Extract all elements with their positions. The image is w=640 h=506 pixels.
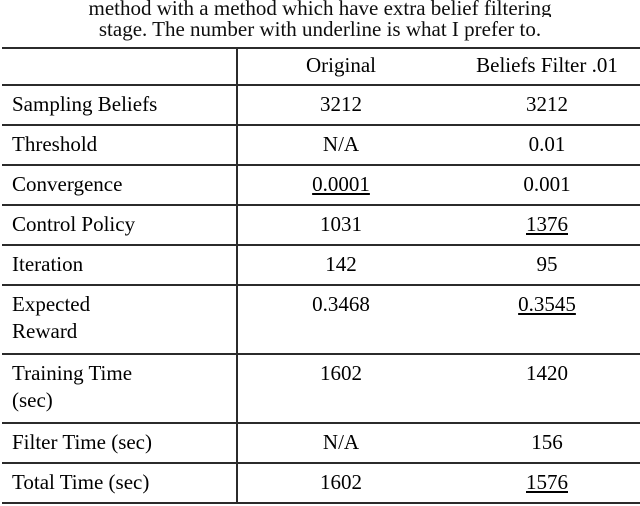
column-header-metric [2, 48, 238, 85]
table-row: Total Time (sec) 1602 1576 [2, 463, 640, 503]
value: 3212 [320, 92, 362, 116]
table-row: Control Policy 1031 1376 [2, 205, 640, 245]
cell-beliefs-filter: 1576 [444, 463, 640, 503]
cell-beliefs-filter: 1376 [444, 205, 640, 245]
table-row: Convergence 0.0001 0.001 [2, 165, 640, 205]
cell-beliefs-filter: 0.01 [444, 125, 640, 165]
value: 156 [531, 430, 563, 454]
cell-beliefs-filter: 0.3545 [444, 285, 640, 354]
column-header-beliefs-filter: Beliefs Filter .01 [476, 53, 618, 77]
cell-original: 1602 [237, 354, 444, 423]
row-label: Filter Time (sec) [2, 423, 238, 463]
value: 1031 [320, 212, 362, 236]
table-body: Sampling Beliefs 3212 3212 Threshold N/A 0.01… [2, 85, 640, 503]
comparison-table-container: Original Beliefs Filter .01 Sampling Bel… [2, 47, 640, 504]
cell-beliefs-filter: 156 [444, 423, 640, 463]
document-page: method with a method which have extra be… [0, 0, 640, 506]
row-label: Convergence [2, 165, 238, 205]
value: 142 [325, 252, 357, 276]
table-row: Sampling Beliefs 3212 3212 [2, 85, 640, 125]
value: 0.001 [523, 172, 571, 196]
row-label: Sampling Beliefs [2, 85, 238, 125]
cell-beliefs-filter: 0.001 [444, 165, 640, 205]
row-label: Expected Reward [2, 285, 238, 354]
cell-original: N/A [237, 125, 444, 165]
caption-line-2: stage. The number with underline is what… [98, 17, 542, 41]
table-row: Filter Time (sec) N/A 156 [2, 423, 640, 463]
cell-original: 1031 [237, 205, 444, 245]
preferred-value: 0.3545 [518, 292, 576, 316]
row-label: Training Time (sec) [2, 354, 238, 423]
cell-original: 3212 [237, 85, 444, 125]
caption-line-1: method with a method which have extra be… [88, 0, 552, 17]
table-caption: method with a method which have extra be… [0, 0, 640, 42]
cell-beliefs-filter: 95 [444, 245, 640, 285]
value: 3212 [526, 92, 568, 116]
cell-beliefs-filter: 3212 [444, 85, 640, 125]
value: 95 [536, 252, 558, 276]
value: 0.01 [528, 132, 566, 156]
row-label: Threshold [2, 125, 238, 165]
preferred-value: 0.0001 [312, 172, 370, 196]
value: N/A [322, 430, 360, 454]
value: 1420 [526, 361, 568, 385]
cell-original: 1602 [237, 463, 444, 503]
value: 1602 [320, 470, 362, 494]
table-row: Training Time (sec) 1602 1420 [2, 354, 640, 423]
column-header-original: Original [306, 53, 376, 77]
cell-original: 0.0001 [237, 165, 444, 205]
value: 0.3468 [312, 292, 370, 316]
preferred-value: 1576 [526, 470, 568, 494]
value: 1602 [320, 361, 362, 385]
cell-original: 142 [237, 245, 444, 285]
row-label: Iteration [2, 245, 238, 285]
table-row: Iteration 142 95 [2, 245, 640, 285]
cell-original: 0.3468 [237, 285, 444, 354]
preferred-value: 1376 [526, 212, 568, 236]
table-header-row: Original Beliefs Filter .01 [2, 48, 640, 85]
table-row: Threshold N/A 0.01 [2, 125, 640, 165]
table-header: Original Beliefs Filter .01 [2, 48, 640, 85]
cell-beliefs-filter: 1420 [444, 354, 640, 423]
cell-original: N/A [237, 423, 444, 463]
table-row: Expected Reward 0.3468 0.3545 [2, 285, 640, 354]
value: N/A [322, 132, 360, 156]
comparison-table: Original Beliefs Filter .01 Sampling Bel… [2, 47, 640, 504]
row-label: Control Policy [2, 205, 238, 245]
row-label: Total Time (sec) [2, 463, 238, 503]
